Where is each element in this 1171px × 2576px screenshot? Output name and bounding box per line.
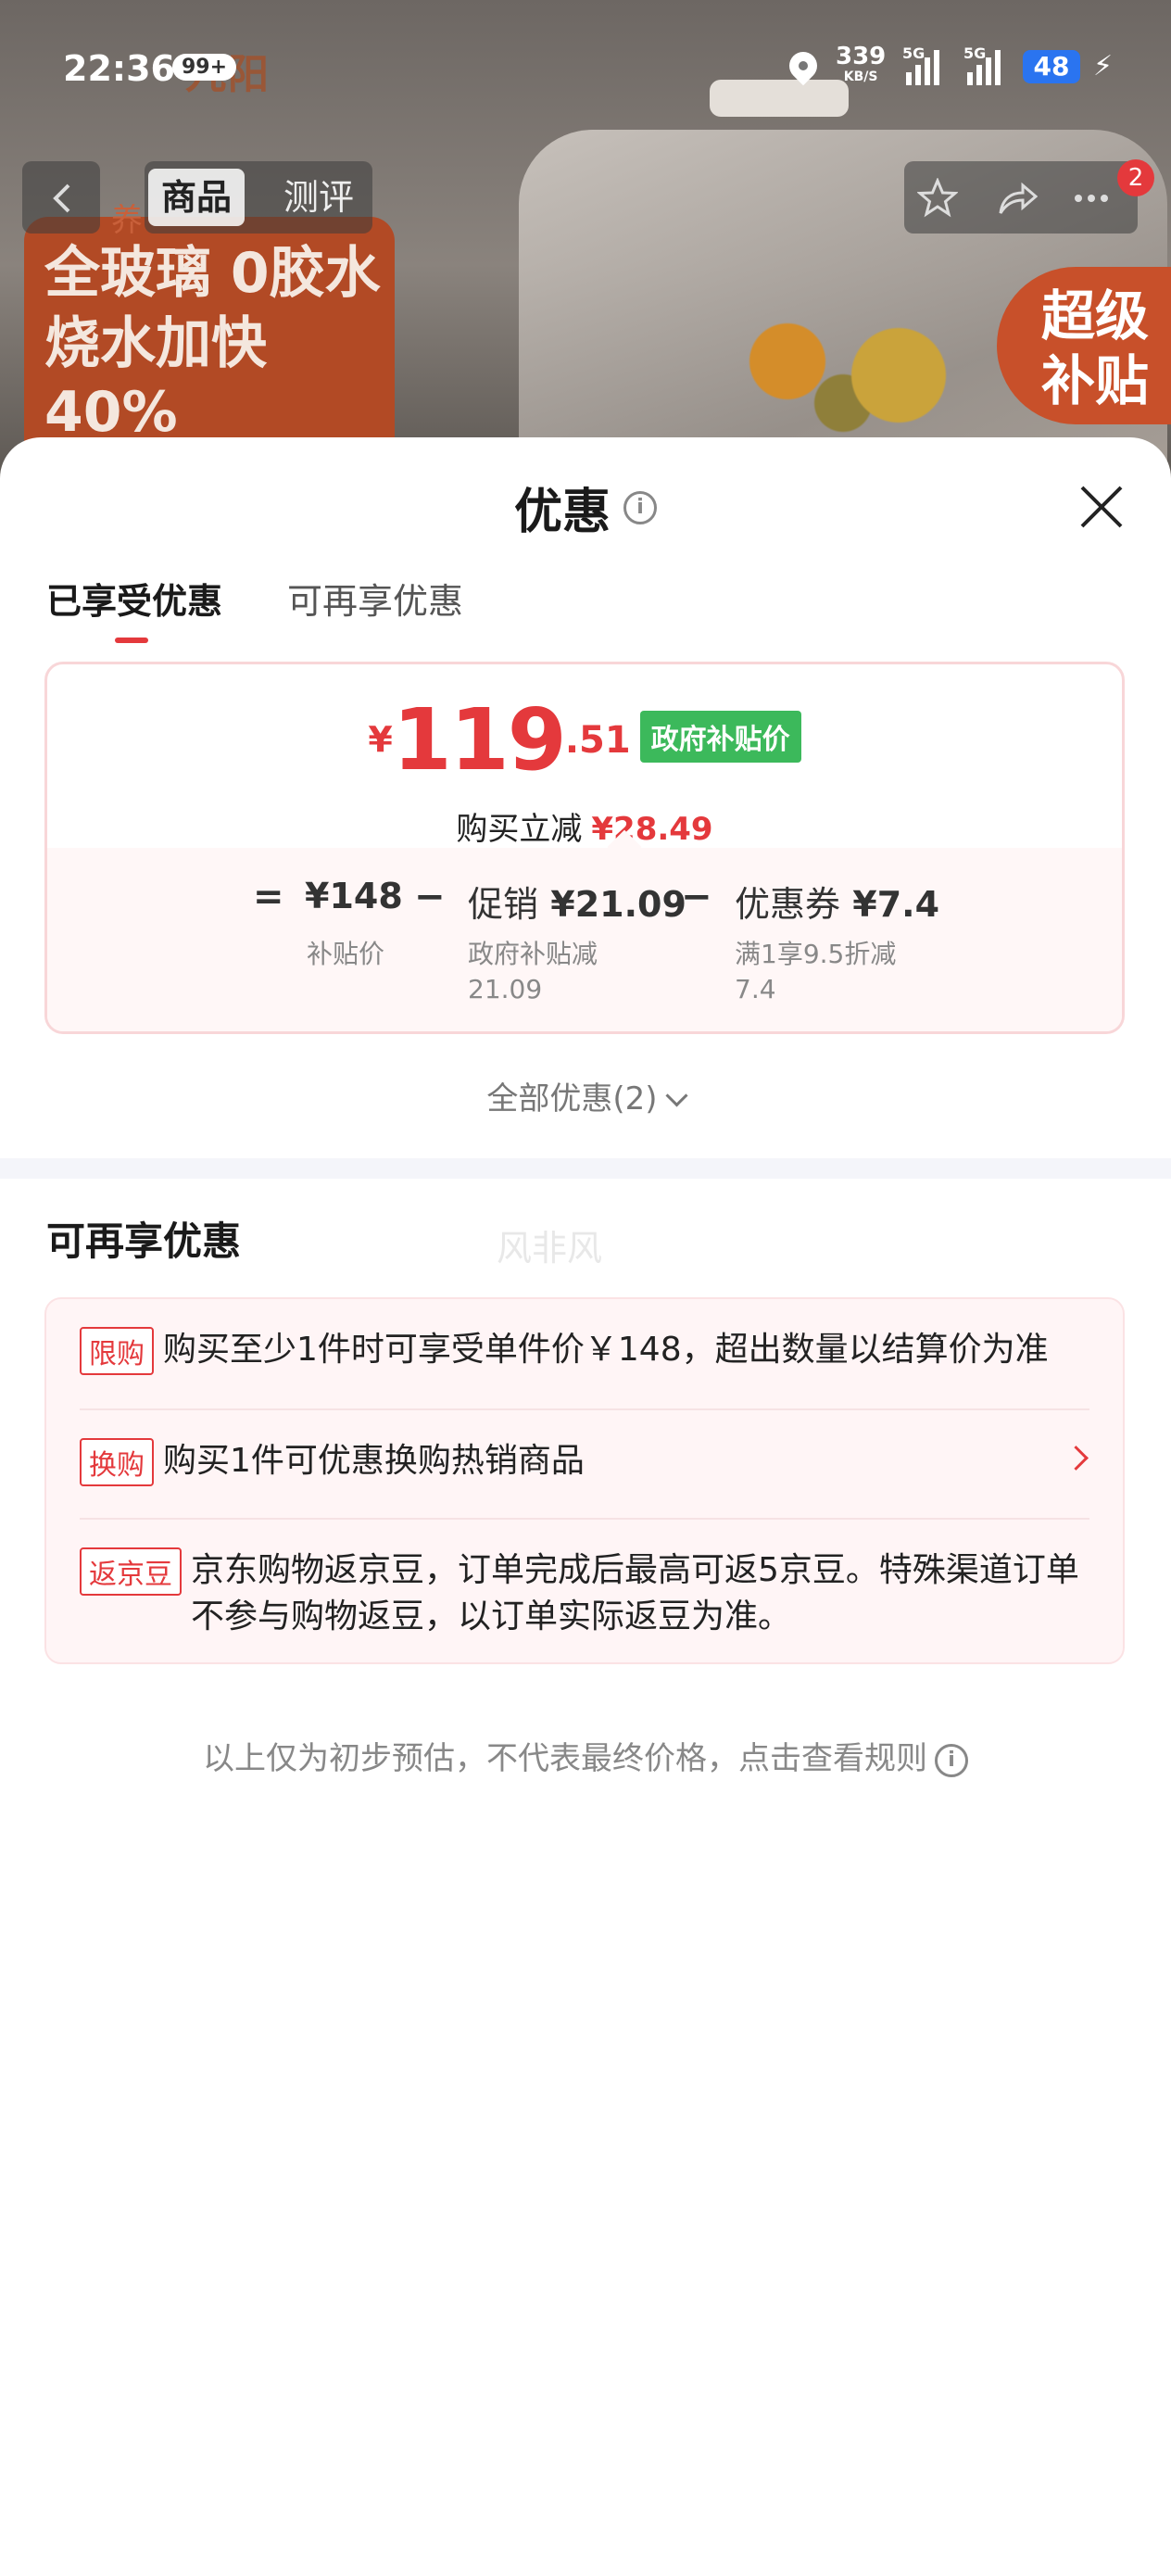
- watermark: 风非风: [497, 1228, 603, 1269]
- footnote-text: 以上仅为初步预估，不代表最终价格，点击查看规则: [203, 1740, 927, 1777]
- price-integer: 119: [392, 690, 567, 789]
- network-speed: 339 KB/S: [836, 44, 886, 87]
- close-button[interactable]: [1075, 480, 1128, 534]
- tab-review[interactable]: 测评: [271, 169, 367, 226]
- info-icon[interactable]: i: [623, 490, 657, 524]
- coupon-discount: 优惠券 ¥7.4: [735, 876, 939, 927]
- signal-1-label: 5G: [902, 44, 925, 62]
- info-icon: i: [935, 1743, 968, 1777]
- price-currency: ¥: [368, 719, 393, 761]
- tab-product[interactable]: 商品: [148, 169, 246, 226]
- more-badge: 2: [1117, 159, 1154, 196]
- estimate-rules-note[interactable]: 以上仅为初步预估，不代表最终价格，点击查看规则 i: [0, 1733, 1171, 1778]
- super-subsidy-line-2: 补贴: [1041, 349, 1150, 412]
- promo-discount-detail: 政府补贴减21.09: [468, 939, 598, 1004]
- gov-subsidy-tag: 政府补贴价: [639, 710, 801, 763]
- coupon-discount-detail: 满1享9.5折减7.4: [735, 939, 897, 1004]
- more-icon[interactable]: [1071, 178, 1112, 219]
- final-price: ¥119.51 政府补贴价: [47, 690, 1122, 789]
- promo-line-1: 全玻璃 0胶水: [44, 241, 381, 306]
- coupon-discount-value: ¥7.4: [852, 884, 940, 925]
- minus-sign-2: −: [681, 876, 712, 918]
- product-image-fruit: [704, 306, 982, 445]
- price-decimal: .51: [564, 718, 631, 762]
- more-discounts-title: 可再享优惠: [46, 1219, 242, 1264]
- instant-discount: 购买立减 ¥28.49: [47, 803, 1122, 849]
- price-breakdown: = ¥148 补贴价 − 促销 ¥21.09 政府补贴减21.09 − 优惠券 …: [47, 848, 1122, 1031]
- promo-discount-value: ¥21.09: [550, 884, 686, 925]
- instant-discount-amount: ¥28.49: [591, 811, 713, 848]
- section-divider: [0, 1158, 1171, 1179]
- tab-more-discounts[interactable]: 可再享优惠: [287, 573, 463, 624]
- super-subsidy-badge: 超级 补贴: [997, 267, 1171, 424]
- share-icon[interactable]: [997, 178, 1038, 219]
- nav-actions: [904, 161, 1138, 234]
- offer-divider: [80, 1518, 1089, 1520]
- minus-sign-1: −: [414, 876, 446, 918]
- active-tab-indicator: [115, 638, 148, 643]
- promo-tag: 养: [111, 202, 143, 239]
- star-icon[interactable]: [917, 178, 958, 219]
- price-card: ¥119.51 政府补贴价 购买立减 ¥28.49 = ¥148 补贴价 − 促销 …: [44, 662, 1125, 1034]
- signal-icon-2: 5G: [963, 44, 1001, 85]
- location-icon: [783, 45, 824, 86]
- discount-sheet: 优惠 i 已享受优惠 可再享优惠 ¥119.51 政府补贴价 购买立减 ¥28.49 …: [0, 437, 1171, 2576]
- promo-discount: 促销 ¥21.09: [468, 876, 686, 927]
- notification-count-badge: 99+: [172, 54, 237, 81]
- instant-discount-label: 购买立减: [456, 811, 583, 848]
- chevron-down-icon: [665, 1084, 688, 1107]
- base-price-value: ¥148: [305, 876, 403, 916]
- chevron-left-icon: [53, 183, 70, 213]
- product-nav-tabs: 商品 测评: [145, 161, 372, 234]
- back-button[interactable]: [22, 161, 100, 234]
- all-discounts-toggle[interactable]: 全部优惠(2): [0, 1073, 1171, 1118]
- offer-text-beans: 京东购物返京豆，订单完成后最高可返5京豆。特殊渠道订单不参与购物返豆，以订单实际…: [191, 1551, 1079, 1635]
- charging-icon: ⚡: [1093, 50, 1114, 82]
- battery-icon: 48: [1023, 50, 1080, 83]
- signal-2-label: 5G: [963, 44, 987, 62]
- offer-text-exchange: 购买1件可优惠换购热销商品: [163, 1442, 585, 1480]
- promo-line-2: 烧水加快40%: [44, 311, 267, 445]
- status-bar: 22:36 99+ 339 KB/S 5G 5G 48 ⚡: [0, 43, 1171, 98]
- sheet-header: 优惠 i: [0, 473, 1171, 542]
- coupon-discount-label: 优惠券: [735, 884, 841, 925]
- signal-icon-1: 5G: [902, 44, 939, 85]
- offer-badge-beans: 返京豆: [80, 1547, 182, 1596]
- sheet-title: 优惠: [513, 485, 611, 540]
- tab-enjoyed-discounts[interactable]: 已享受优惠: [46, 573, 222, 624]
- promo-discount-label: 促销: [468, 884, 539, 925]
- status-time: 22:36: [63, 48, 175, 89]
- equals-sign: =: [253, 876, 284, 918]
- offer-badge-limit: 限购: [80, 1327, 154, 1375]
- all-discounts-label: 全部优惠(2): [486, 1080, 658, 1118]
- offer-text-limit: 购买至少1件时可享受单件价￥148，超出数量以结算价为准: [163, 1331, 1049, 1369]
- offer-list: 限购 购买至少1件时可享受单件价￥148，超出数量以结算价为准 换购 购买1件可…: [44, 1297, 1125, 1664]
- offer-badge-exchange: 换购: [80, 1438, 154, 1486]
- super-subsidy-line-1: 超级: [1041, 284, 1150, 347]
- offer-divider: [80, 1408, 1089, 1410]
